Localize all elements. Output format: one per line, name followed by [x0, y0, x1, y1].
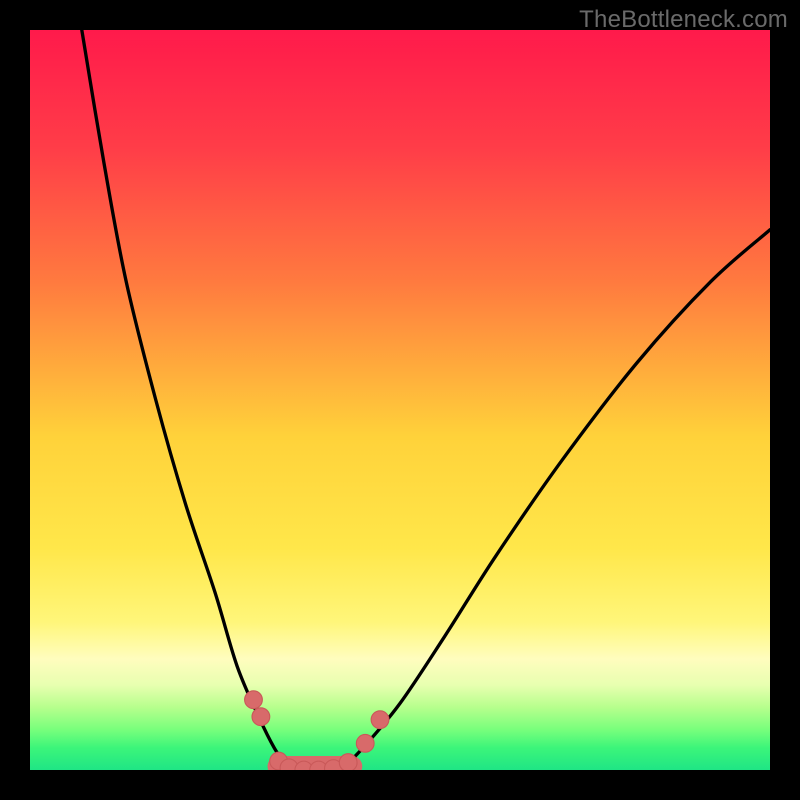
marker-1 [252, 708, 270, 726]
series-right-curve [341, 230, 770, 770]
curve-layer [30, 30, 770, 770]
chart-frame: TheBottleneck.com [0, 0, 800, 800]
series-left-curve [82, 30, 289, 770]
marker-0 [245, 691, 263, 709]
marker-7 [339, 754, 357, 770]
plot-area [30, 30, 770, 770]
marker-8 [356, 734, 374, 752]
marker-9 [371, 711, 389, 729]
